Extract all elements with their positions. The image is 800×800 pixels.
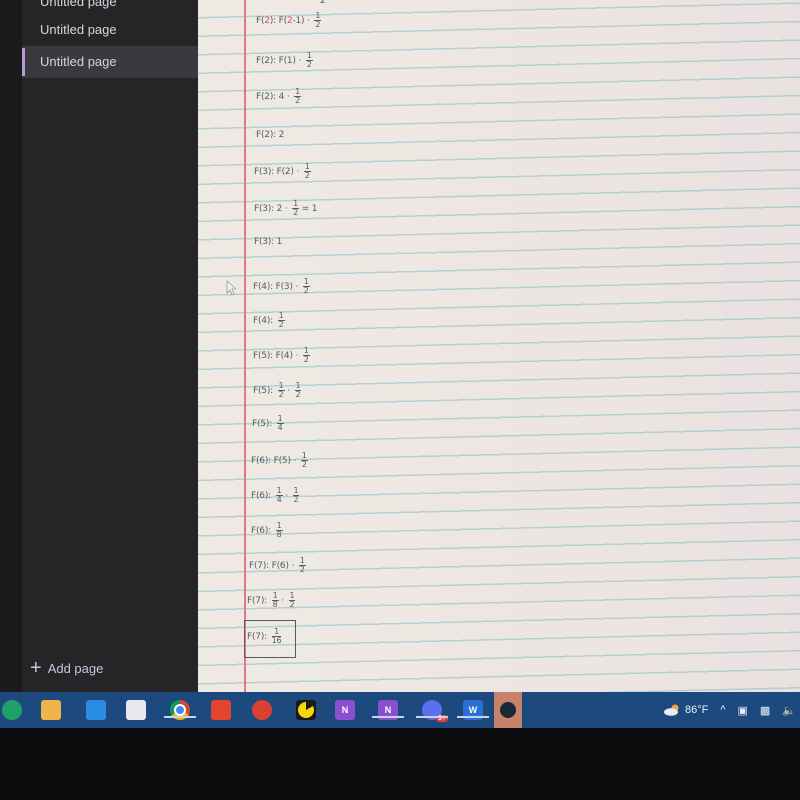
notebook-strip xyxy=(0,0,22,692)
equation-line: F(2): F(1) · 12 xyxy=(256,51,313,69)
equation-line: F(5): 14 xyxy=(252,414,284,432)
add-page-label: Add page xyxy=(47,660,104,676)
fraction: 14 xyxy=(276,414,284,432)
answer-box xyxy=(244,620,296,658)
pacman-icon[interactable] xyxy=(296,700,316,720)
equation-line: F(4): 12 xyxy=(253,311,285,329)
file-explorer-icon[interactable] xyxy=(41,700,61,720)
partial-line: 2 xyxy=(320,0,326,6)
fraction: 12 xyxy=(305,51,313,69)
plus-icon: + xyxy=(30,657,42,679)
equation-line: F(5): F(4) · 12 xyxy=(253,346,310,364)
equation-line: F(6): 14 · 12 xyxy=(251,486,300,504)
app-red-icon[interactable] xyxy=(252,700,272,720)
margin-line xyxy=(244,0,246,692)
fraction: 12 xyxy=(277,381,285,399)
equation-line: F(6): 18 xyxy=(251,521,283,539)
fraction: 12 xyxy=(277,311,285,329)
steam-icon[interactable] xyxy=(494,692,522,728)
network-icon[interactable]: ▩ xyxy=(760,704,770,717)
fraction: 12 xyxy=(294,381,302,399)
fraction: 12 xyxy=(292,486,300,504)
equation-line: F(7): F(6) · 12 xyxy=(249,556,306,574)
volume-icon[interactable]: 🔈 xyxy=(782,704,796,717)
app-letter: W xyxy=(468,705,478,715)
app-letter: N xyxy=(341,705,349,715)
word-icon[interactable]: W xyxy=(457,700,489,720)
system-tray: 86°F ^ ▣ ▩ 🔈 xyxy=(663,692,800,728)
microsoft-store-icon[interactable] xyxy=(126,700,146,720)
equation-line: F(2): F(2-1) · 12 xyxy=(256,11,322,29)
fraction: 12 xyxy=(294,87,302,105)
equation-line: F(2): 2 xyxy=(256,130,285,140)
cloud-sun-icon xyxy=(663,704,679,716)
edge-icon[interactable] xyxy=(2,700,22,720)
fraction: 12 xyxy=(302,346,310,364)
office-icon[interactable] xyxy=(211,700,231,720)
equation-line: F(2): 4 · 12 xyxy=(256,87,302,105)
page-item-selected[interactable]: Untitled page xyxy=(22,46,208,78)
fraction: 12 xyxy=(292,199,300,217)
onenote-icon[interactable]: N xyxy=(335,700,355,720)
monitor-bezel xyxy=(0,728,800,800)
active-indicator xyxy=(164,716,196,718)
equation-line: F(7): 18 · 12 xyxy=(247,591,296,609)
fraction: 12 xyxy=(288,591,296,609)
add-page-button[interactable]: + Add page xyxy=(30,657,104,679)
weather-widget[interactable]: 86°F xyxy=(663,704,708,716)
screen: Untitled page Untitled page Untitled pag… xyxy=(0,0,800,692)
fraction: 18 xyxy=(271,591,279,609)
fraction: 12 xyxy=(302,277,310,295)
page-list-sidebar: Untitled page Untitled page Untitled pag… xyxy=(22,0,208,692)
app-letter: N xyxy=(384,705,392,715)
fraction: 12 xyxy=(314,11,322,29)
fraction: 18 xyxy=(275,521,283,539)
active-indicator xyxy=(416,716,448,718)
equation-line: F(3): 1 xyxy=(254,237,283,247)
chrome-icon[interactable] xyxy=(164,700,196,720)
equation-line: F(3): 2 · 12 = 1 xyxy=(254,199,318,217)
fraction: 12 xyxy=(300,451,308,469)
chevron-up-icon[interactable]: ^ xyxy=(720,704,725,716)
equation-line: F(4): F(3) · 12 xyxy=(253,277,310,295)
fraction: 12 xyxy=(298,556,306,574)
mouse-cursor-icon xyxy=(226,280,236,296)
active-indicator xyxy=(372,716,404,718)
equation-line: F(6): F(5) · 12 xyxy=(251,451,308,469)
mail-icon[interactable] xyxy=(86,700,106,720)
fraction: 12 xyxy=(303,162,311,180)
onenote-active-icon[interactable]: N xyxy=(372,700,404,720)
page-item[interactable]: Untitled page xyxy=(22,14,208,46)
meet-now-icon[interactable]: ▣ xyxy=(737,704,747,717)
weather-temp: 86°F xyxy=(684,704,709,716)
taskbar: N N 9+ W 86°F ^ ▣ ▩ 🔈 xyxy=(0,692,800,728)
active-indicator xyxy=(457,716,489,718)
equation-line: F(5): 12 · 12 xyxy=(253,381,302,399)
fraction: 14 xyxy=(275,486,283,504)
equation-line: F(3): F(2) · 12 xyxy=(254,162,311,180)
discord-icon[interactable]: 9+ xyxy=(416,700,448,722)
